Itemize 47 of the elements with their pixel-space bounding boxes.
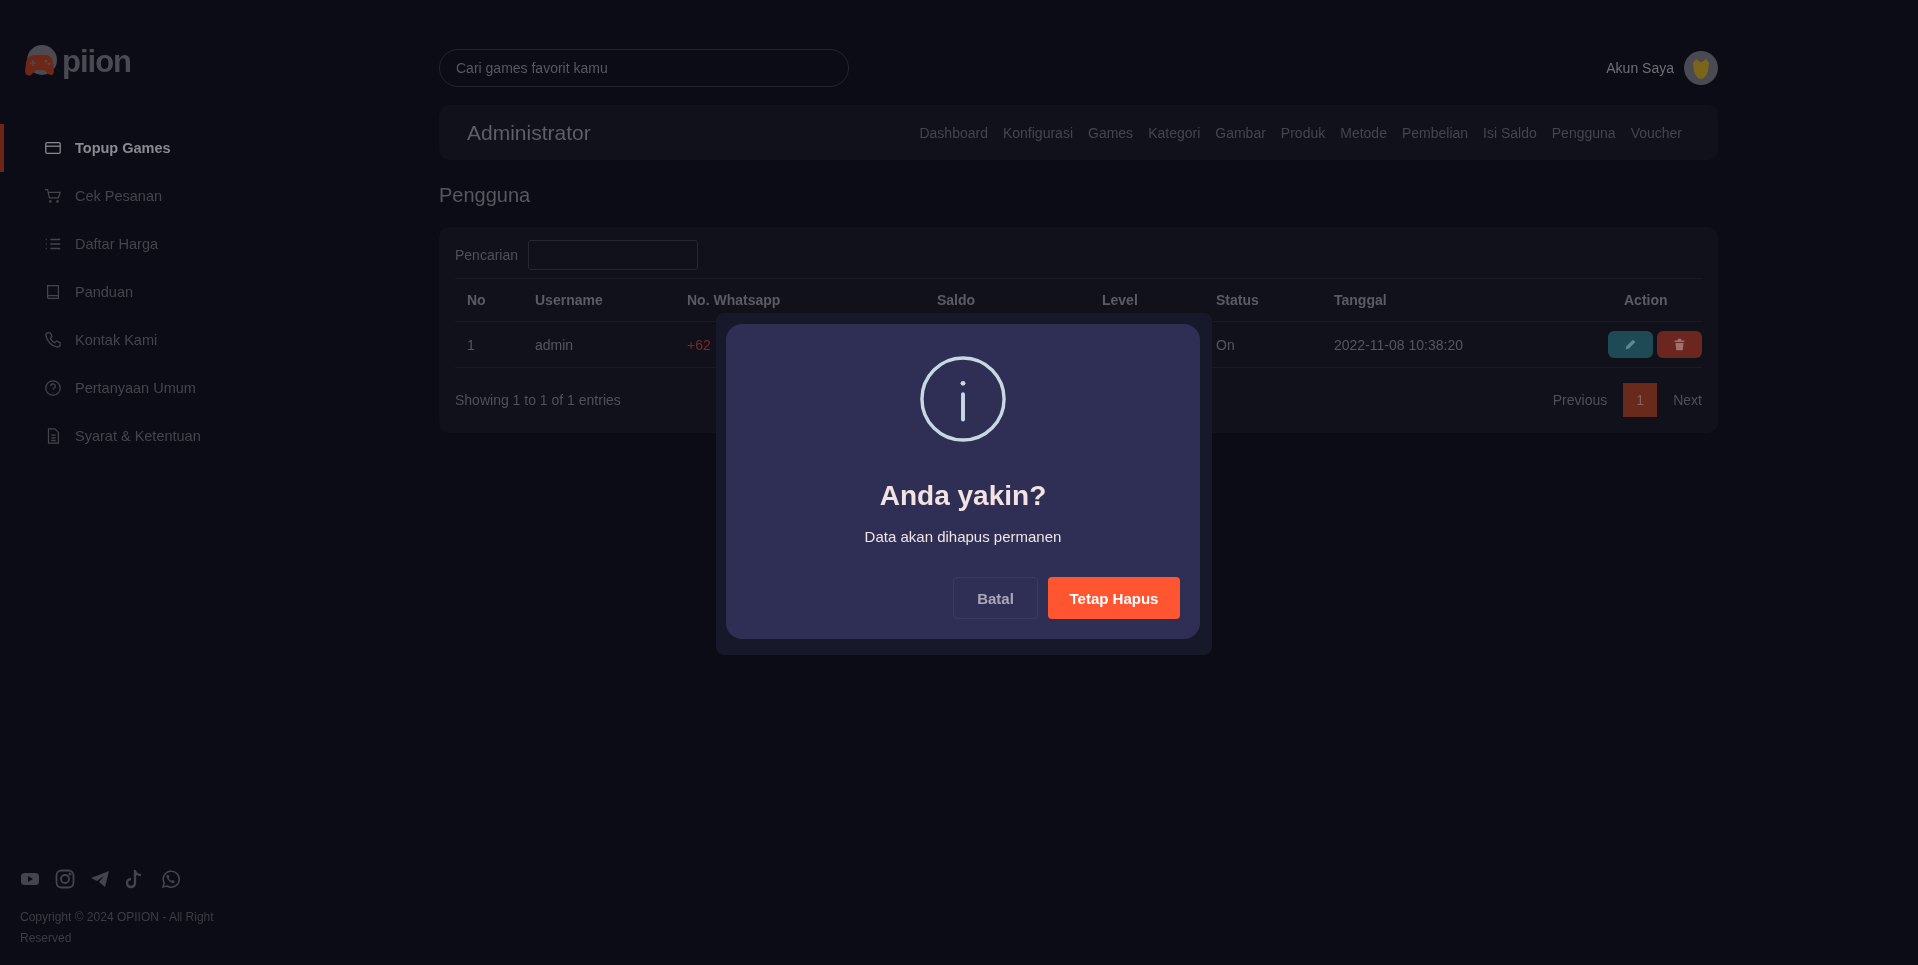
- pencil-icon: [1624, 338, 1637, 351]
- table-cell: +62: [687, 336, 711, 353]
- confirm-delete-button[interactable]: Tetap Hapus: [1048, 577, 1180, 619]
- delete-button[interactable]: [1657, 331, 1702, 358]
- phone-icon: [44, 331, 62, 349]
- table-cell: 2022-11-08 10:38:20: [1334, 336, 1463, 353]
- admin-title: Administrator: [467, 120, 591, 145]
- table-cell: admin: [535, 336, 574, 353]
- edit-button[interactable]: [1608, 331, 1653, 358]
- question-icon: [44, 379, 62, 397]
- search-field[interactable]: Cari games favorit kamu: [439, 49, 849, 87]
- table-cell: On: [1216, 336, 1235, 353]
- column-header: Tanggal: [1334, 292, 1387, 308]
- sidebar-item[interactable]: Daftar Harga: [0, 220, 439, 268]
- dialog-title: Anda yakin?: [879, 480, 1047, 512]
- info-icon: [919, 355, 1007, 443]
- column-header: Status: [1216, 292, 1259, 308]
- sidebar-item[interactable]: Pertanyaan Umum: [0, 364, 439, 412]
- column-header: Saldo: [937, 292, 976, 308]
- search-label: Pencarian: [455, 247, 519, 263]
- previous-link[interactable]: Previous: [1552, 392, 1608, 408]
- column-header: No: [467, 292, 486, 308]
- avatar[interactable]: [1684, 51, 1718, 85]
- page-title: Pengguna: [439, 184, 532, 207]
- trash-icon: [1673, 338, 1686, 351]
- table-cell: 1: [467, 336, 475, 353]
- logo-text: piion: [62, 44, 132, 80]
- column-header: Username: [535, 292, 603, 308]
- entries-info: Showing 1 to 1 of 1 entries: [455, 392, 621, 408]
- column-header: Action: [1624, 292, 1668, 308]
- dialog-message: Data akan dihapus permanen: [864, 528, 1062, 545]
- card-icon: [44, 139, 62, 157]
- chat-phone-icon[interactable]: [160, 869, 180, 889]
- column-header: No. Whatsapp: [687, 292, 781, 308]
- camera-icon[interactable]: [55, 869, 75, 889]
- sidebar-item[interactable]: Syarat & Ketentuan: [0, 412, 439, 460]
- book-icon: [44, 283, 62, 301]
- cart-icon: [44, 187, 62, 205]
- page-button[interactable]: 1: [1623, 383, 1658, 417]
- sidebar-item[interactable]: Kontak Kami: [0, 316, 439, 364]
- cancel-button[interactable]: Batal: [953, 577, 1038, 619]
- column-header: Level: [1102, 292, 1138, 308]
- account-label[interactable]: Akun Saya: [1606, 60, 1674, 76]
- sidebar-item[interactable]: Panduan: [0, 268, 439, 316]
- paper-plane-icon[interactable]: [90, 869, 110, 889]
- next-link[interactable]: Next: [1673, 392, 1702, 408]
- sidebar-item[interactable]: Cek Pesanan: [0, 172, 439, 220]
